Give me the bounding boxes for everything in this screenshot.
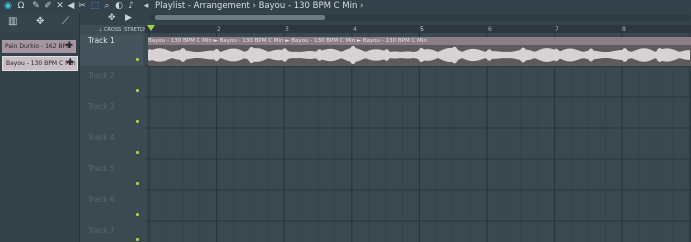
select-icon[interactable]: ⬚: [90, 1, 100, 11]
track-name: Track 4: [88, 133, 115, 142]
track-name: Track 1: [88, 36, 115, 45]
track-name: Track 5: [88, 164, 115, 173]
track-header[interactable]: Track 5: [80, 159, 143, 191]
track-header[interactable]: Track 4: [80, 128, 143, 160]
picker-tools: ▥ ✥ ⟋: [0, 13, 79, 33]
track-name: Track 2: [88, 71, 115, 80]
add-icon[interactable]: ✚: [65, 40, 73, 53]
playhead-marker-icon[interactable]: [147, 25, 155, 31]
delete-icon[interactable]: ✕: [55, 1, 65, 11]
track-name: Track 6: [88, 195, 115, 204]
track-enable-dot[interactable]: [136, 120, 139, 123]
clip-title: Bayou - 130 BPM C Min ► Bayou - 130 BPM …: [148, 37, 691, 45]
headphones-icon[interactable]: Ω: [16, 1, 26, 11]
track-name: Track 3: [88, 102, 115, 111]
track-name: Track 7: [88, 226, 115, 235]
ruler-number: 2: [217, 26, 221, 33]
track-enable-dot[interactable]: [136, 58, 139, 61]
pattern-item[interactable]: Pain Durkio - 162 BPM ✚: [2, 40, 76, 53]
mute-icon[interactable]: ◀: [66, 1, 76, 11]
ruler-number: 7: [555, 26, 559, 33]
move-icon[interactable]: ✥: [36, 16, 44, 27]
track-enable-dot[interactable]: [136, 213, 139, 216]
playback-icon[interactable]: ◐: [114, 1, 124, 11]
track-enable-dot[interactable]: [136, 89, 139, 92]
track-header[interactable]: Track 6: [80, 190, 143, 222]
playlist-window: ◉ Ω ✎ ✐ ✕ ◀ ✂ ⬚ ⌕ ◐ ♪ ◂ Playlist - Arran…: [0, 0, 691, 242]
speaker-2-icon[interactable]: ◂: [141, 1, 151, 11]
ruler-number: 3: [285, 26, 289, 33]
track-enable-dot[interactable]: [136, 151, 139, 154]
track-header[interactable]: Track 2: [80, 66, 143, 98]
piano-icon[interactable]: ▥: [8, 16, 17, 27]
waveform: [148, 46, 690, 64]
track-header[interactable]: Track 1: [80, 35, 143, 67]
ruler-number: 6: [488, 26, 492, 33]
pencil-icon[interactable]: ✎: [31, 1, 41, 11]
speaker-icon[interactable]: ♪: [126, 1, 136, 11]
track-enable-dot[interactable]: [136, 238, 139, 241]
ruler-number: 8: [622, 26, 626, 33]
paint-icon[interactable]: ✐: [43, 1, 53, 11]
zoom-icon[interactable]: ⌕: [102, 1, 112, 11]
arrow-icon[interactable]: ✥: [108, 13, 116, 23]
track-enable-dot[interactable]: [136, 182, 139, 185]
ruler-number: 5: [420, 26, 424, 33]
slice-icon[interactable]: ✂: [77, 1, 87, 11]
pattern-label: Pain Durkio - 162 BPM: [5, 43, 72, 50]
pattern-item[interactable]: Bayou - 130 BPM C Min ✚: [2, 56, 78, 71]
magnet-icon[interactable]: ◉: [3, 1, 13, 11]
line-icon[interactable]: ⟋: [62, 16, 69, 27]
pattern-label: Bayou - 130 BPM C Min: [6, 60, 76, 67]
track-header[interactable]: Track 3: [80, 97, 143, 129]
horizontal-scrollbar[interactable]: [155, 15, 325, 20]
add-icon[interactable]: ✚: [66, 57, 74, 70]
arrange-icon[interactable]: ▶: [125, 13, 132, 23]
ruler-number: 4: [353, 26, 357, 33]
title-bar: ◉ Ω ✎ ✐ ✕ ◀ ✂ ⬚ ⌕ ◐ ♪ ◂ Playlist - Arran…: [0, 0, 691, 14]
window-title: Playlist - Arrangement › Bayou - 130 BPM…: [155, 1, 364, 11]
track-header[interactable]: Track 7: [80, 221, 143, 242]
